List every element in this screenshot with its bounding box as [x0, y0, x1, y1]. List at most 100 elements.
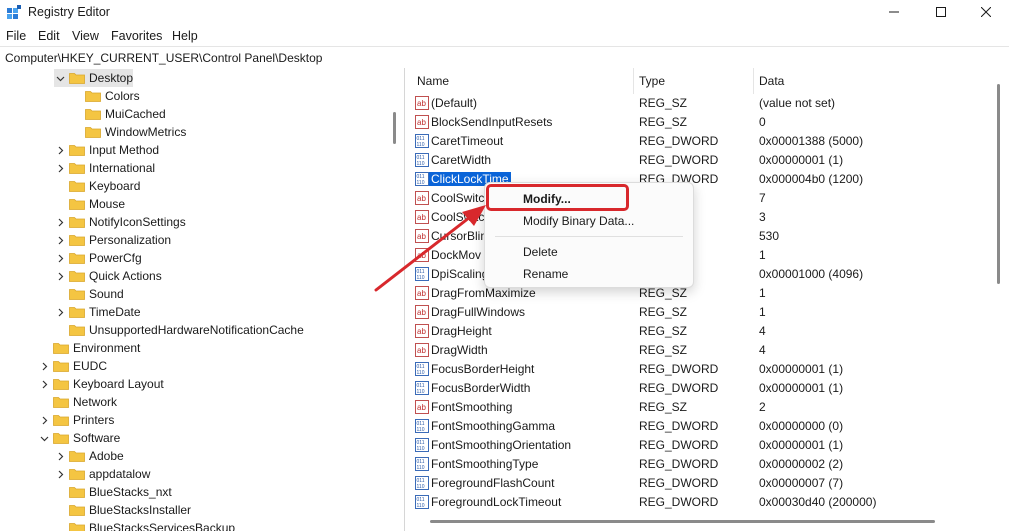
tree-item[interactable]: PowerCfg	[54, 249, 142, 267]
tree-item[interactable]: Environment	[38, 339, 140, 357]
address-path[interactable]: Computer\HKEY_CURRENT_USER\Control Panel…	[5, 51, 322, 65]
value-row[interactable]: 011 110 FontSmoothingOrientation REG_DWORD 0…	[409, 436, 999, 455]
value-name[interactable]: DragFullWindows	[431, 305, 525, 319]
column-divider[interactable]	[753, 68, 754, 94]
value-row[interactable]: 011 110 FocusBorderHeight REG_DWORD 0x000000…	[409, 360, 999, 379]
menu-item-delete[interactable]: Delete	[523, 245, 558, 259]
folder-icon	[53, 360, 69, 372]
maximize-button[interactable]	[918, 0, 964, 24]
value-name[interactable]: DragHeight	[431, 324, 492, 338]
tree-item[interactable]: WindowMetrics	[70, 123, 186, 141]
tree-item[interactable]: Keyboard Layout	[38, 375, 164, 393]
value-row[interactable]: 011 110 FontSmoothingGamma REG_DWORD 0x00000…	[409, 417, 999, 436]
tree-item[interactable]: Quick Actions	[54, 267, 162, 285]
value-row[interactable]: 011 110 ForegroundLockTimeout REG_DWORD 0x00…	[409, 493, 999, 512]
value-name[interactable]: FontSmoothingType	[431, 457, 538, 471]
value-name[interactable]: (Default)	[431, 96, 477, 110]
chevron-right-icon[interactable]	[54, 213, 66, 231]
value-name[interactable]: BlockSendInputResets	[431, 115, 552, 129]
value-name[interactable]: CaretTimeout	[431, 134, 503, 148]
tree-item[interactable]: UnsupportedHardwareNotificationCache	[54, 321, 304, 339]
value-row[interactable]: ab DragFullWindows REG_SZ 1	[409, 303, 999, 322]
tree-item[interactable]: Network	[38, 393, 117, 411]
column-type-header[interactable]: Type	[639, 68, 665, 94]
tree-item[interactable]: Keyboard	[54, 177, 140, 195]
value-name[interactable]: FocusBorderHeight	[431, 362, 534, 376]
address-bar[interactable]: Computer\HKEY_CURRENT_USER\Control Panel…	[0, 46, 1009, 69]
menu-item-rename[interactable]: Rename	[523, 267, 568, 281]
tree-scrollbar[interactable]	[393, 112, 396, 144]
tree-item[interactable]: Desktop	[54, 69, 134, 87]
value-name[interactable]: DpiScaling	[431, 267, 488, 281]
column-data-header[interactable]: Data	[759, 68, 784, 94]
minimize-button[interactable]	[871, 0, 917, 24]
column-divider[interactable]	[633, 68, 634, 94]
chevron-right-icon[interactable]	[54, 249, 66, 267]
tree-item[interactable]: BlueStacksServicesBackup	[54, 519, 235, 531]
value-row[interactable]: ab (Default) REG_SZ (value not set)	[409, 94, 999, 113]
tree-item[interactable]: Software	[38, 429, 120, 447]
value-name[interactable]: FontSmoothingGamma	[431, 419, 555, 433]
tree-item[interactable]: Colors	[70, 87, 140, 105]
value-row[interactable]: 011 110 CaretWidth REG_DWORD 0x00000001 (1)	[409, 151, 999, 170]
chevron-right-icon[interactable]	[54, 465, 66, 483]
value-name[interactable]: CaretWidth	[431, 153, 491, 167]
tree-item[interactable]: BlueStacksInstaller	[54, 501, 191, 519]
menu-file[interactable]: File	[6, 29, 26, 43]
value-row[interactable]: 011 110 FocusBorderWidth REG_DWORD 0x0000000…	[409, 379, 999, 398]
chevron-down-icon[interactable]	[54, 69, 66, 87]
tree-item[interactable]: EUDC	[38, 357, 107, 375]
registry-tree[interactable]: Desktop Colors MuiCached WindowMetrics Input…	[0, 68, 404, 531]
tree-item[interactable]: BlueStacks_nxt	[54, 483, 172, 501]
value-name[interactable]: ForegroundLockTimeout	[431, 495, 561, 509]
value-name[interactable]: CursorBlin	[431, 229, 487, 243]
chevron-right-icon[interactable]	[54, 141, 66, 159]
menu-view[interactable]: View	[72, 29, 99, 43]
tree-item[interactable]: MuiCached	[70, 105, 166, 123]
value-row[interactable]: 011 110 ForegroundFlashCount REG_DWORD 0x000…	[409, 474, 999, 493]
tree-item[interactable]: Adobe	[54, 447, 124, 465]
value-row[interactable]: 011 110 FontSmoothingType REG_DWORD 0x000000…	[409, 455, 999, 474]
tree-item[interactable]: Printers	[38, 411, 114, 429]
chevron-right-icon[interactable]	[38, 411, 50, 429]
value-name[interactable]: DragFromMaximize	[431, 286, 536, 300]
values-list[interactable]: Name Type Data ab (Default) REG_SZ (value n…	[409, 68, 1009, 531]
value-name[interactable]: CoolSwitc	[431, 210, 484, 224]
value-name[interactable]: ForegroundFlashCount	[431, 476, 554, 490]
menu-item-modify-binary-data[interactable]: Modify Binary Data...	[523, 214, 634, 228]
value-name[interactable]: FontSmoothingOrientation	[431, 438, 571, 452]
menu-favorites[interactable]: Favorites	[111, 29, 162, 43]
value-row[interactable]: 011 110 CaretTimeout REG_DWORD 0x00001388 (5…	[409, 132, 999, 151]
chevron-right-icon[interactable]	[54, 267, 66, 285]
tree-item[interactable]: Sound	[54, 285, 124, 303]
value-row[interactable]: ab BlockSendInputResets REG_SZ 0	[409, 113, 999, 132]
values-horizontal-scrollbar[interactable]	[430, 520, 935, 523]
tree-item[interactable]: NotifyIconSettings	[54, 213, 186, 231]
tree-item[interactable]: appdatalow	[54, 465, 150, 483]
chevron-right-icon[interactable]	[38, 357, 50, 375]
chevron-right-icon[interactable]	[54, 303, 66, 321]
value-row[interactable]: ab FontSmoothing REG_SZ 2	[409, 398, 999, 417]
tree-item[interactable]: Personalization	[54, 231, 171, 249]
chevron-right-icon[interactable]	[54, 159, 66, 177]
tree-item[interactable]: Mouse	[54, 195, 125, 213]
chevron-right-icon[interactable]	[54, 447, 66, 465]
column-name-header[interactable]: Name	[417, 68, 449, 94]
menu-edit[interactable]: Edit	[38, 29, 60, 43]
close-button[interactable]	[963, 0, 1009, 24]
tree-item[interactable]: International	[54, 159, 155, 177]
value-name[interactable]: FocusBorderWidth	[431, 381, 530, 395]
chevron-right-icon[interactable]	[54, 231, 66, 249]
menu-help[interactable]: Help	[172, 29, 198, 43]
value-name[interactable]: DockMov	[431, 248, 481, 262]
values-vertical-scrollbar[interactable]	[997, 84, 1000, 284]
tree-item[interactable]: Input Method	[54, 141, 159, 159]
tree-item[interactable]: TimeDate	[54, 303, 141, 321]
value-name[interactable]: CoolSwitc	[431, 191, 484, 205]
chevron-right-icon[interactable]	[38, 375, 50, 393]
value-row[interactable]: ab DragWidth REG_SZ 4	[409, 341, 999, 360]
chevron-down-icon[interactable]	[38, 429, 50, 447]
value-name[interactable]: FontSmoothing	[431, 400, 512, 414]
value-name[interactable]: DragWidth	[431, 343, 488, 357]
value-row[interactable]: ab DragHeight REG_SZ 4	[409, 322, 999, 341]
